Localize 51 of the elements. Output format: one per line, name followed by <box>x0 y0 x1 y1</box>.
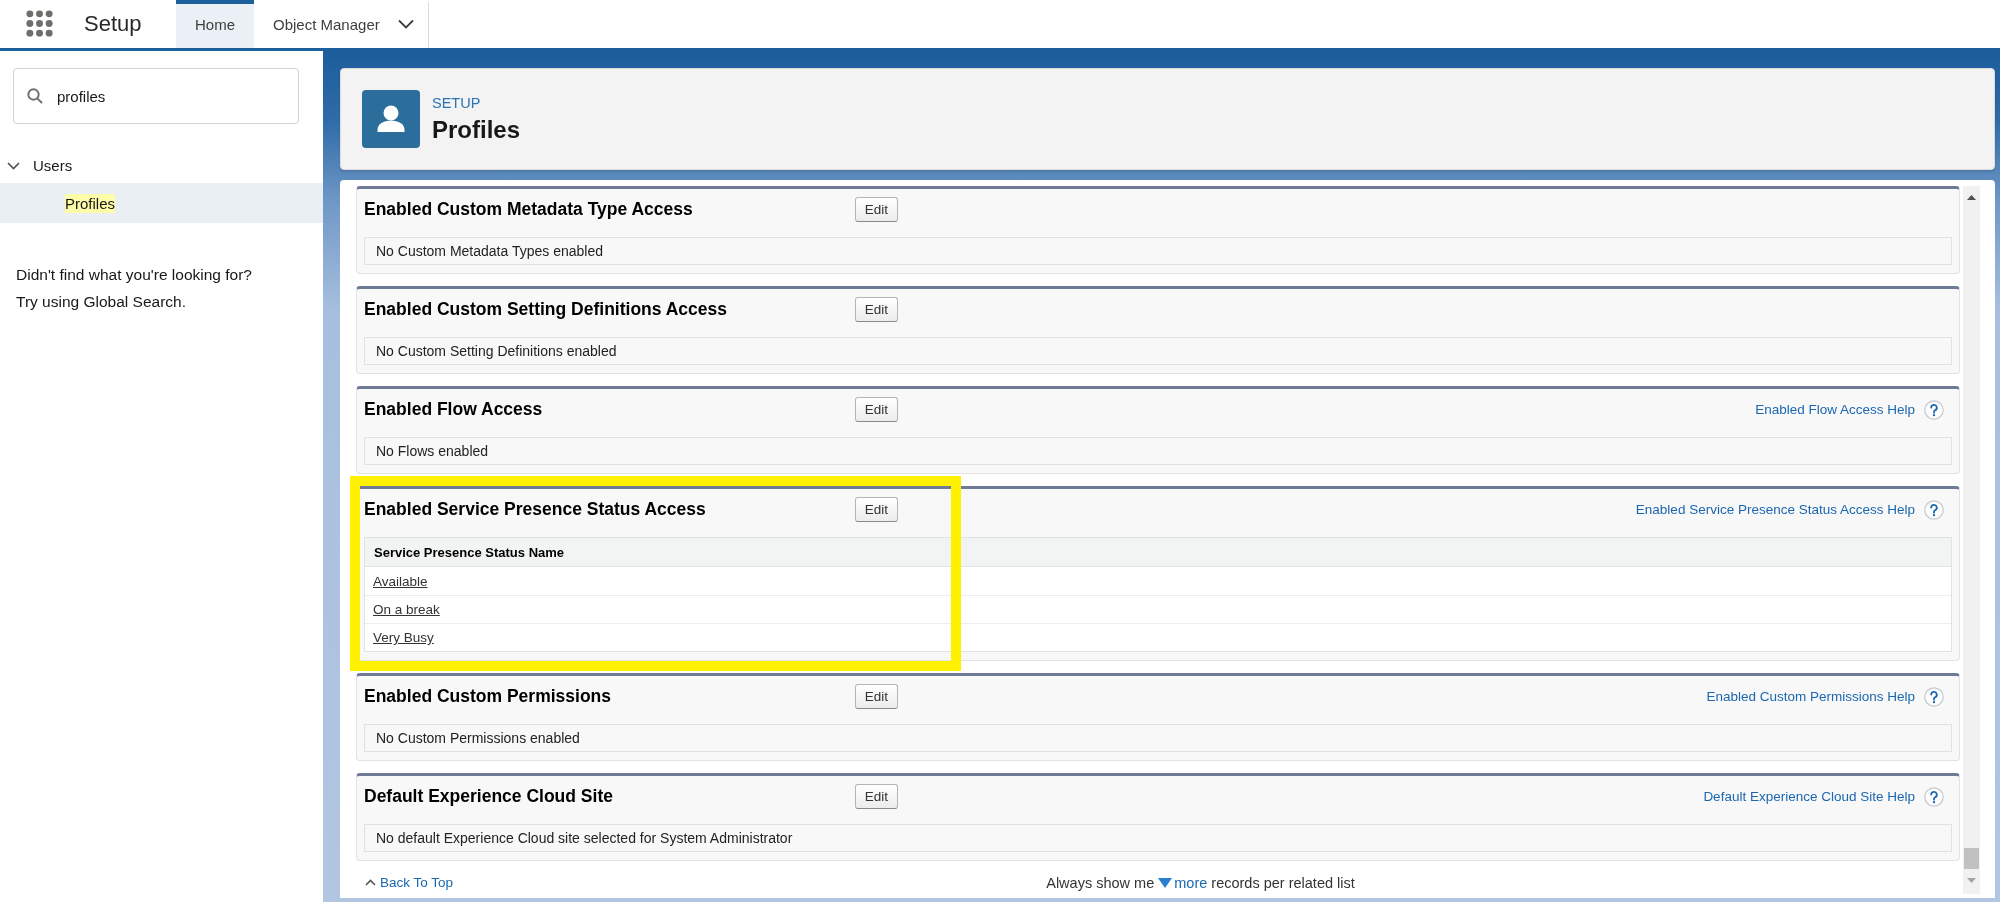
edit-button[interactable]: Edit <box>855 784 898 809</box>
help-icon[interactable] <box>1924 786 1944 807</box>
empty-list-message: No Flows enabled <box>364 437 1952 465</box>
page-category-label: SETUP <box>432 94 482 113</box>
help-link[interactable]: Enabled Custom Permissions Help <box>1706 689 1915 704</box>
section-title: Enabled Custom Setting Definitions Access <box>364 299 729 320</box>
status-link[interactable]: Very Busy <box>373 630 434 645</box>
edit-button[interactable]: Edit <box>855 497 898 522</box>
scroll-up-icon[interactable] <box>1967 195 1976 200</box>
user-icon <box>362 90 420 148</box>
tree-item[interactable]: Profiles <box>0 183 323 223</box>
search-icon <box>27 88 43 104</box>
nav-tab[interactable]: Object Manager <box>254 0 429 48</box>
help-text: Try using Global Search. <box>16 292 187 312</box>
help-icon[interactable] <box>1924 499 1944 520</box>
status-link[interactable]: Available <box>373 573 428 589</box>
search-field[interactable]: profiles <box>13 68 299 124</box>
caret-up-icon <box>365 879 376 886</box>
section-title: Enabled Service Presence Status Access <box>364 499 707 520</box>
help-text: Didn't find what you're looking for? <box>16 265 253 285</box>
app-launcher-icon[interactable] <box>26 10 53 37</box>
help-link[interactable]: Enabled Flow Access Help <box>1755 402 1915 417</box>
help-link[interactable]: Enabled Service Presence Status Access Help <box>1635 502 1915 517</box>
page-title: Profiles <box>432 115 521 145</box>
triangle-down-icon <box>1158 877 1173 888</box>
empty-list-message: No Custom Setting Definitions enabled <box>364 337 1952 365</box>
section-title: Enabled Custom Metadata Type Access <box>364 199 694 220</box>
tree-item[interactable]: Users <box>0 147 323 183</box>
edit-button[interactable]: Edit <box>855 197 898 222</box>
app-title: Setup <box>84 11 142 37</box>
records-per-list-text: Always show me more records per related list <box>1045 874 1355 891</box>
back-to-top-link[interactable]: Back To Top <box>365 875 454 890</box>
more-link[interactable]: more <box>1158 874 1208 891</box>
edit-button[interactable]: Edit <box>855 397 898 422</box>
section-title: Default Experience Cloud Site <box>364 786 614 807</box>
nav-tab[interactable]: Home <box>176 0 254 48</box>
chevron-down-icon <box>397 19 414 29</box>
empty-list-message: No Custom Metadata Types enabled <box>364 237 1952 265</box>
section-title: Enabled Custom Permissions <box>364 686 612 707</box>
column-header: Service Presence Status Name <box>365 538 1951 567</box>
edit-button[interactable]: Edit <box>855 684 898 709</box>
scrollbar-thumb[interactable] <box>1964 848 1979 869</box>
help-icon[interactable] <box>1924 686 1944 707</box>
help-link[interactable]: Default Experience Cloud Site Help <box>1703 789 1915 804</box>
edit-button[interactable]: Edit <box>855 297 898 322</box>
empty-list-message: No Custom Permissions enabled <box>364 724 1952 752</box>
help-icon[interactable] <box>1924 399 1944 420</box>
section-title: Enabled Flow Access <box>364 399 544 420</box>
empty-list-message: No default Experience Cloud site selected for System Administrator <box>364 824 1952 852</box>
scrollbar[interactable] <box>1963 186 1980 894</box>
status-link[interactable]: On a break <box>373 602 440 617</box>
